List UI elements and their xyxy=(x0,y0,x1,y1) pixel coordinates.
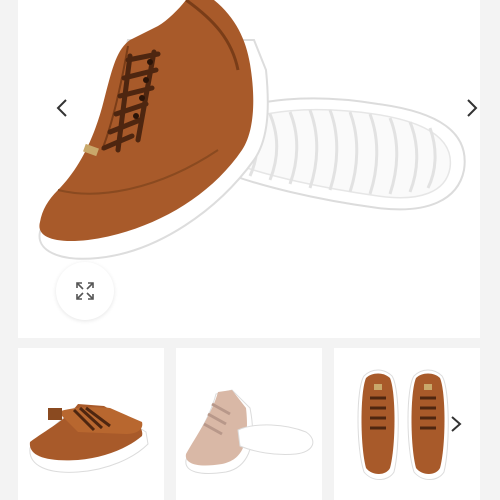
thumbnail-strip xyxy=(0,348,500,500)
chevron-left-icon xyxy=(56,99,67,117)
chevron-right-icon xyxy=(467,99,478,117)
expand-icon xyxy=(76,282,94,300)
thumbnail-beige-sneaker[interactable] xyxy=(176,348,322,500)
zoom-button[interactable] xyxy=(56,262,114,320)
thumbnail-pair-side[interactable] xyxy=(18,348,164,500)
next-image-button[interactable] xyxy=(460,96,480,120)
chevron-right-icon xyxy=(451,416,462,432)
thumbnail-next-button[interactable] xyxy=(447,412,465,436)
main-image-frame xyxy=(18,0,480,338)
shoe-side-view xyxy=(38,0,269,260)
product-gallery-page xyxy=(0,0,500,500)
previous-image-button[interactable] xyxy=(50,96,74,120)
